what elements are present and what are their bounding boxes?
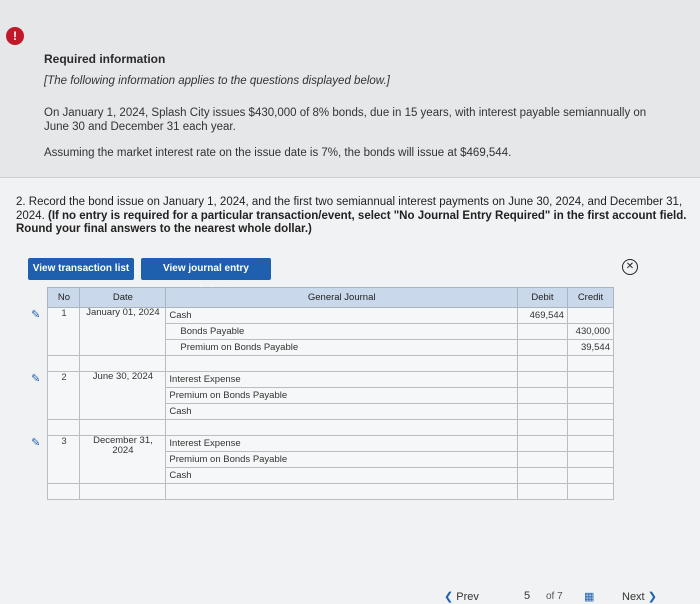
pencil-icon[interactable]: ✎ <box>31 373 40 385</box>
blank-cell <box>516 483 568 500</box>
debit-cell[interactable] <box>516 339 568 356</box>
edit-entry-cell[interactable]: ✎ <box>24 307 49 356</box>
entry-date: June 30, 2024 <box>79 371 167 420</box>
debit-cell[interactable] <box>516 435 568 452</box>
account-cell[interactable]: Interest Expense <box>165 435 518 452</box>
blank-cell <box>47 355 81 372</box>
view-transaction-list-button[interactable]: View transaction list <box>28 258 134 280</box>
prev-button[interactable]: ❮ Prev <box>444 590 479 603</box>
blank-cell <box>24 419 49 436</box>
credit-cell[interactable] <box>566 387 615 404</box>
separator-row <box>24 355 615 372</box>
pagination: ❮ Prev 5 of 7 ▦ Next ❯ <box>440 590 700 604</box>
prev-label: Prev <box>456 591 479 603</box>
account-cell[interactable]: Premium on Bonds Payable <box>165 339 518 356</box>
pencil-icon[interactable]: ✎ <box>31 437 40 449</box>
no-column-header: No <box>47 287 81 308</box>
blank-cell <box>165 419 518 436</box>
date-column-header: Date <box>79 287 167 308</box>
required-information-panel: ! Required information [The following in… <box>0 0 700 178</box>
edit-entry-cell[interactable]: ✎ <box>24 371 49 420</box>
entry-date: January 01, 2024 <box>79 307 167 356</box>
credit-column-header: Credit <box>566 287 615 308</box>
debit-column-header: Debit <box>516 287 568 308</box>
credit-cell[interactable] <box>566 451 615 468</box>
table-header-row: No Date General Journal Debit Credit <box>24 287 615 308</box>
question-text: 2. Record the bond issue on January 1, 2… <box>16 196 700 237</box>
account-cell[interactable]: Bonds Payable <box>165 323 518 340</box>
required-info-paragraph-2: Assuming the market interest rate on the… <box>44 147 512 159</box>
account-cell[interactable]: Premium on Bonds Payable <box>165 387 518 404</box>
entry-number: 2 <box>47 371 81 420</box>
debit-cell[interactable] <box>516 323 568 340</box>
account-cell[interactable]: Interest Expense <box>165 371 518 388</box>
entry-date: December 31, 2024 <box>79 435 167 484</box>
account-cell[interactable]: Premium on Bonds Payable <box>165 451 518 468</box>
blank-cell <box>24 355 49 372</box>
blank-cell <box>516 355 568 372</box>
credit-cell[interactable] <box>566 403 615 420</box>
credit-cell[interactable] <box>566 435 615 452</box>
debit-cell[interactable] <box>516 403 568 420</box>
credit-cell[interactable] <box>566 467 615 484</box>
blank-cell <box>47 419 81 436</box>
separator-row <box>24 419 615 436</box>
next-button[interactable]: Next ❯ <box>622 590 657 603</box>
debit-cell[interactable] <box>516 387 568 404</box>
blank-cell <box>566 355 615 372</box>
edit-column-header <box>24 287 48 308</box>
blank-cell <box>79 419 167 436</box>
alert-icon: ! <box>6 27 24 45</box>
blank-cell <box>79 355 167 372</box>
general-journal-table: No Date General Journal Debit Credit ✎ 1 J… <box>24 287 615 500</box>
required-info-note: [The following information applies to th… <box>44 75 390 87</box>
credit-cell[interactable]: 430,000 <box>566 323 615 340</box>
blank-cell <box>566 419 615 436</box>
close-icon[interactable]: ✕ <box>622 259 638 275</box>
grid-icon[interactable]: ▦ <box>584 590 594 603</box>
next-label: Next <box>622 591 645 603</box>
chevron-left-icon: ❮ <box>444 591 454 603</box>
credit-cell[interactable]: 39,544 <box>566 339 615 356</box>
debit-cell[interactable] <box>516 451 568 468</box>
chevron-right-icon: ❯ <box>647 591 657 603</box>
page-count: of 7 <box>546 591 563 602</box>
entry-number: 3 <box>47 435 81 484</box>
blank-cell <box>47 483 81 500</box>
general-journal-column-header: General Journal <box>165 287 518 308</box>
table-row: ✎ 1 January 01, 2024 Cash 469,544 <box>24 307 615 356</box>
question-instructions: (If no entry is required for a particula… <box>16 209 687 236</box>
account-cell[interactable]: Cash <box>165 403 518 420</box>
entry-number: 1 <box>47 307 81 356</box>
debit-cell[interactable]: 469,544 <box>516 307 568 324</box>
blank-cell <box>79 483 167 500</box>
credit-cell[interactable] <box>566 371 615 388</box>
table-row: ✎ 3 December 31, 2024 Interest Expense <box>24 435 615 484</box>
account-cell[interactable]: Cash <box>165 307 518 324</box>
credit-cell[interactable] <box>566 307 615 324</box>
blank-cell <box>24 483 49 500</box>
blank-cell <box>165 483 518 500</box>
separator-row <box>24 483 615 500</box>
current-page[interactable]: 5 <box>524 590 530 602</box>
debit-cell[interactable] <box>516 467 568 484</box>
edit-entry-cell[interactable]: ✎ <box>24 435 49 484</box>
table-row: ✎ 2 June 30, 2024 Interest Expense <box>24 371 615 420</box>
required-info-title: Required information <box>44 52 166 66</box>
blank-cell <box>165 355 518 372</box>
required-info-paragraph: On January 1, 2024, Splash City issues $… <box>44 107 647 133</box>
debit-cell[interactable] <box>516 371 568 388</box>
pencil-icon[interactable]: ✎ <box>31 309 40 321</box>
blank-cell <box>516 419 568 436</box>
view-journal-worksheet-button[interactable]: View journal entry worksheet <box>141 258 271 296</box>
blank-cell <box>566 483 615 500</box>
account-cell[interactable]: Cash <box>165 467 518 484</box>
